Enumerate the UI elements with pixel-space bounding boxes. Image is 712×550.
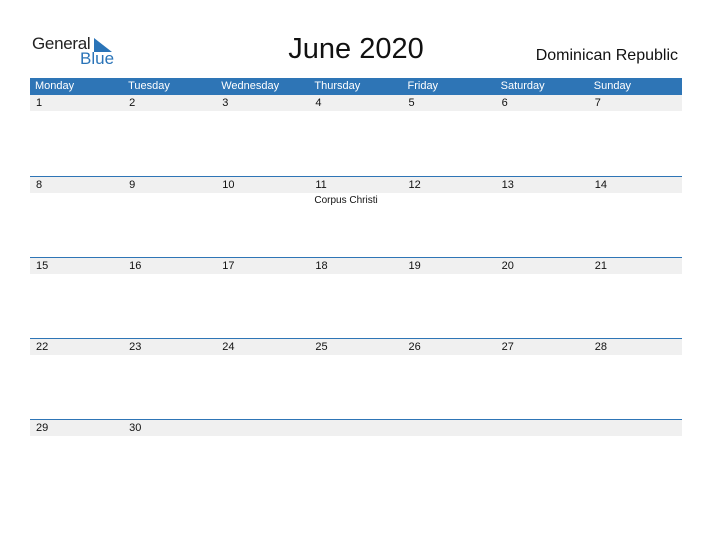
day-number: 2 <box>129 97 136 109</box>
date-bar: 15 16 17 18 19 20 21 <box>30 258 682 274</box>
day-number: 8 <box>36 179 43 191</box>
day-number: 23 <box>129 341 142 353</box>
week-row: 15 16 17 18 19 20 21 <box>30 257 682 338</box>
holiday-label <box>309 111 402 113</box>
day-number: 13 <box>501 179 514 191</box>
holiday-label <box>403 355 496 357</box>
day-number: 14 <box>594 179 607 191</box>
date-bar: 29 30 <box>30 420 682 436</box>
holiday-label <box>496 193 589 206</box>
day-number: 26 <box>408 341 421 353</box>
day-number: 27 <box>501 341 514 353</box>
country-name: Dominican Republic <box>535 47 678 64</box>
day-number: 19 <box>408 260 421 272</box>
holiday-label <box>123 436 216 438</box>
day-number: 7 <box>594 97 601 109</box>
holiday-label <box>403 436 496 438</box>
events-row: Corpus Christi <box>30 193 682 206</box>
holiday-label <box>30 436 123 438</box>
day-number: 17 <box>222 260 235 272</box>
holiday-label <box>403 274 496 276</box>
day-number: 10 <box>222 179 235 191</box>
holiday-label <box>123 111 216 113</box>
holiday-label <box>216 355 309 357</box>
holiday-label <box>403 111 496 113</box>
day-number: 15 <box>36 260 49 272</box>
holiday-label <box>216 193 309 206</box>
date-bar: 8 9 10 11 12 13 14 <box>30 177 682 193</box>
holiday-label <box>30 193 123 206</box>
holiday-label <box>496 436 589 438</box>
date-bar: 22 23 24 25 26 27 28 <box>30 339 682 355</box>
holiday-label <box>216 111 309 113</box>
day-number: 18 <box>315 260 328 272</box>
calendar-grid: Monday Tuesday Wednesday Thursday Friday Satu… <box>30 78 682 500</box>
holiday-label <box>309 274 402 276</box>
weekday-friday: Friday <box>407 80 439 92</box>
holiday-label <box>589 436 682 438</box>
holiday-label <box>496 355 589 357</box>
weekday-header: Monday Tuesday Wednesday Thursday Friday Satu… <box>30 78 682 95</box>
week-row: 8 9 10 11 12 13 14 Corpus Christi <box>30 176 682 257</box>
date-bar: 1 2 3 4 5 6 7 <box>30 95 682 111</box>
holiday-label <box>123 355 216 357</box>
holiday-label <box>30 274 123 276</box>
events-row <box>30 111 682 113</box>
day-number: 24 <box>222 341 235 353</box>
holiday-label <box>496 274 589 276</box>
day-number: 11 <box>315 179 327 191</box>
day-number: 20 <box>501 260 514 272</box>
day-number: 6 <box>501 97 508 109</box>
day-number: 16 <box>129 260 142 272</box>
week-row: 29 30 <box>30 419 682 500</box>
week-row: 1 2 3 4 5 6 7 <box>30 95 682 176</box>
weekday-thursday: Thursday <box>314 80 361 92</box>
holiday-label <box>403 193 496 206</box>
day-number: 25 <box>315 341 328 353</box>
day-number: 1 <box>36 97 43 109</box>
day-number <box>589 420 682 436</box>
holiday-label <box>123 193 216 206</box>
day-number: 21 <box>594 260 607 272</box>
day-number <box>403 420 496 436</box>
holiday-label <box>216 274 309 276</box>
holiday-label <box>216 436 309 438</box>
holiday-label <box>589 274 682 276</box>
day-number: 5 <box>408 97 415 109</box>
holiday-label <box>30 111 123 113</box>
day-number <box>216 420 309 436</box>
weekday-monday: Monday <box>35 80 75 92</box>
holiday-label <box>589 111 682 113</box>
day-number: 9 <box>129 179 136 191</box>
day-number: 30 <box>129 422 142 434</box>
day-number: 22 <box>36 341 49 353</box>
day-number: 3 <box>222 97 229 109</box>
holiday-label <box>589 355 682 357</box>
weekday-sunday: Sunday <box>593 80 632 92</box>
week-row: 22 23 24 25 26 27 28 <box>30 338 682 419</box>
day-number: 12 <box>408 179 421 191</box>
holiday-label <box>30 355 123 357</box>
day-number: 28 <box>594 341 607 353</box>
day-number <box>496 420 589 436</box>
day-number <box>309 420 402 436</box>
holiday-label: Corpus Christi <box>314 195 378 206</box>
holiday-label <box>123 274 216 276</box>
events-row <box>30 436 682 438</box>
weekday-wednesday: Wednesday <box>221 80 280 92</box>
day-number: 4 <box>315 97 322 109</box>
holiday-label <box>309 355 402 357</box>
holiday-label <box>309 436 402 438</box>
weekday-saturday: Saturday <box>500 80 545 92</box>
events-row <box>30 355 682 357</box>
holiday-label <box>589 193 682 206</box>
weekday-tuesday: Tuesday <box>128 80 170 92</box>
day-number: 29 <box>36 422 49 434</box>
events-row <box>30 274 682 276</box>
holiday-label <box>496 111 589 113</box>
